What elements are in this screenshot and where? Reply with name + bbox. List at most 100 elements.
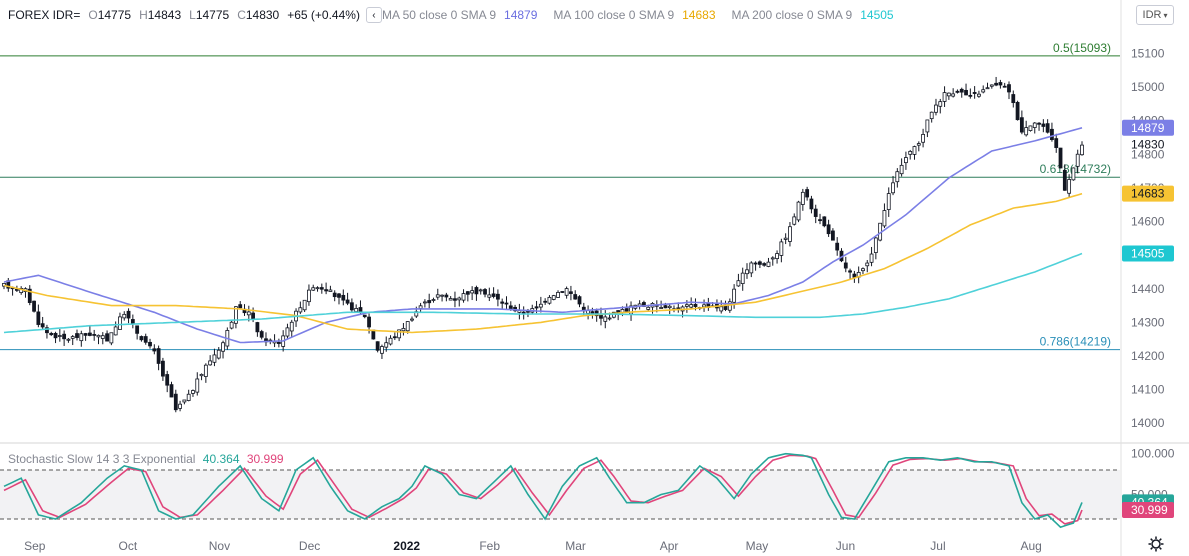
candle-body <box>968 94 973 97</box>
ma100-label: MA 100 close 0 SMA 9 <box>553 8 675 22</box>
candle-body <box>302 299 307 311</box>
candle-body <box>178 403 182 409</box>
candle-body <box>40 323 45 328</box>
candle-body <box>457 297 462 301</box>
candle-body <box>865 262 870 267</box>
candle-body <box>1019 117 1024 133</box>
settings-icon[interactable] <box>1148 536 1164 552</box>
candle-body <box>921 134 925 143</box>
candle-body <box>49 332 54 336</box>
candle-body <box>14 288 19 291</box>
candle-body <box>70 336 75 339</box>
symbol-button[interactable]: IDR ▾ <box>1136 5 1174 25</box>
x-tick-label: May <box>746 539 769 553</box>
candle-body <box>161 360 165 377</box>
candle-body <box>337 293 341 298</box>
last-price-label: 14830 <box>1131 137 1165 151</box>
candle-body <box>577 296 582 305</box>
candle-body <box>186 393 191 401</box>
candle-body <box>100 335 105 339</box>
x-tick-label: Apr <box>660 539 679 553</box>
candle-body <box>912 146 917 155</box>
candle-body <box>431 299 436 301</box>
candle-body <box>607 317 612 320</box>
candle-body <box>573 294 578 300</box>
candle-body <box>994 82 999 86</box>
candle-body <box>1002 85 1007 88</box>
candle-body <box>624 308 629 312</box>
candle-body <box>869 253 874 263</box>
candle-body <box>938 101 943 107</box>
candle-body <box>392 336 397 339</box>
candle-body <box>375 341 380 351</box>
candle-body <box>916 143 921 146</box>
candle-body <box>1041 123 1046 127</box>
candle-body <box>1015 101 1020 121</box>
candle-body <box>57 335 62 337</box>
candle-body <box>105 333 109 342</box>
stoch-legend: Stochastic Slow 14 3 3 Exponential 40.36… <box>8 452 284 466</box>
y-tick-label: 14100 <box>1131 383 1165 397</box>
symbol-button-label: IDR <box>1142 9 1162 21</box>
candle-body <box>955 90 960 93</box>
candle-body <box>448 298 453 301</box>
chevron-left-icon[interactable]: ‹ <box>365 7 382 23</box>
close-label: C <box>237 8 246 22</box>
candle-body <box>762 263 767 266</box>
candle-body <box>354 308 359 312</box>
candle-body <box>427 300 432 304</box>
candle-body <box>813 208 818 217</box>
candle-body <box>908 151 913 155</box>
candle-body <box>79 333 84 342</box>
candle-body <box>822 216 827 227</box>
candle-body <box>805 189 810 198</box>
candle-body <box>349 302 354 311</box>
candle-body <box>934 104 938 113</box>
candle-body <box>886 193 891 210</box>
candle-body <box>757 261 762 265</box>
candle-body <box>981 89 986 93</box>
candle-body <box>388 337 393 345</box>
candle-body <box>882 210 887 227</box>
candle-body <box>719 306 724 312</box>
candle-body <box>564 288 569 296</box>
candle-body <box>736 280 741 287</box>
candle-body <box>667 305 672 309</box>
candle-body <box>732 288 737 303</box>
stoch-tick-label: 100.000 <box>1131 447 1175 461</box>
candle-body <box>964 89 968 96</box>
candle-body <box>182 399 187 403</box>
candle-body <box>508 305 513 310</box>
candle-body <box>410 318 414 321</box>
candle-body <box>307 289 311 303</box>
y-tick-label: 14600 <box>1131 215 1165 229</box>
candle-body <box>156 348 161 364</box>
price-chart[interactable]: 1510015000149001480014700146001450014400… <box>0 0 1189 556</box>
candle-body <box>1045 123 1050 133</box>
candle-body <box>380 346 384 354</box>
candle-body <box>861 268 865 272</box>
candle-body <box>590 311 595 314</box>
candle-body <box>36 311 41 325</box>
candle-body <box>852 273 857 278</box>
x-tick-label: Sep <box>24 539 46 553</box>
dropdown-icon: ▾ <box>1163 10 1168 20</box>
candle-body <box>465 291 470 295</box>
x-tick-label: Nov <box>209 539 230 553</box>
x-tick-label: Aug <box>1020 539 1041 553</box>
candle-body <box>474 287 479 295</box>
candle-body <box>1062 170 1067 191</box>
x-tick-label: Jul <box>930 539 945 553</box>
candle-body <box>418 305 423 309</box>
candle-body <box>371 329 376 340</box>
candle-body <box>702 304 706 308</box>
candle-body <box>663 305 668 309</box>
candle-body <box>199 373 204 377</box>
low-value: 14775 <box>195 8 230 22</box>
candle-body <box>75 333 79 338</box>
candle-body <box>109 332 114 344</box>
candle-body <box>478 289 483 292</box>
ma50-label: MA 50 close 0 SMA 9 <box>381 8 497 22</box>
candle-body <box>255 322 260 333</box>
candle-body <box>779 241 784 256</box>
